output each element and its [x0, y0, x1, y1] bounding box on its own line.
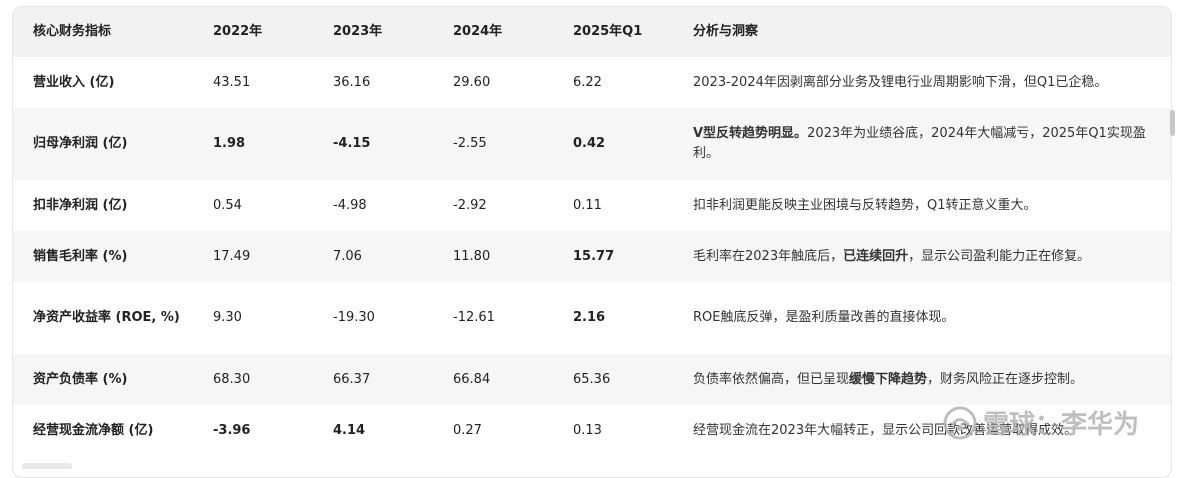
row-label: 归母净利润 (亿) — [13, 108, 193, 180]
cell-2025q1: 2.16 — [553, 282, 673, 354]
cell-2023: 4.14 — [313, 405, 433, 456]
row-label: 净资产收益率 (ROE, %) — [13, 282, 193, 354]
cell-2022: 68.30 — [193, 354, 313, 405]
table-row: 净资产收益率 (ROE, %) 9.30 -19.30 -12.61 2.16 … — [13, 282, 1171, 354]
cell-analysis: ROE触底反弹，是盈利质量改善的直接体现。 — [673, 282, 1171, 354]
header-2022: 2022年 — [193, 7, 313, 57]
cell-2025q1: 0.13 — [553, 405, 673, 456]
cell-2022: 9.30 — [193, 282, 313, 354]
cell-2022: -3.96 — [193, 405, 313, 456]
cell-2025q1: 0.42 — [553, 108, 673, 180]
analysis-highlight: V型反转趋势明显。 — [693, 126, 808, 141]
cell-2022: 1.98 — [193, 108, 313, 180]
analysis-text: ROE触底反弹，是盈利质量改善的直接体现。 — [693, 310, 955, 325]
financial-metrics-table: 核心财务指标 2022年 2023年 2024年 2025年Q1 分析与洞察 营… — [13, 7, 1171, 456]
cell-2023: 36.16 — [313, 57, 433, 108]
cell-2025q1: 6.22 — [553, 57, 673, 108]
analysis-highlight: 已连续回升 — [843, 248, 909, 264]
analysis-highlight: 缓慢下降趋势 — [849, 371, 928, 387]
cell-2025q1: 15.77 — [553, 231, 673, 282]
analysis-text: 2023-2024年因剥离部分业务及锂电行业周期影响下滑，但Q1已企稳。 — [693, 74, 1108, 90]
cell-2023: 7.06 — [313, 231, 433, 282]
row-label: 经营现金流净额 (亿) — [13, 405, 193, 456]
analysis-text: 扣非利润更能反映主业困境与反转趋势，Q1转正意义重大。 — [693, 197, 1037, 213]
header-2024: 2024年 — [433, 7, 553, 57]
analysis-text-pre: 负债率依然偏高，但已呈现 — [693, 371, 850, 387]
vertical-scrollbar[interactable] — [1169, 6, 1177, 466]
cell-2024: 29.60 — [433, 57, 553, 108]
analysis-text-pre: 毛利率在2023年触底后， — [693, 248, 844, 264]
cell-2022: 17.49 — [193, 231, 313, 282]
cell-2023: -4.98 — [313, 180, 433, 231]
cell-2024: -2.92 — [433, 180, 553, 231]
cell-2022: 43.51 — [193, 57, 313, 108]
table-row: 归母净利润 (亿) 1.98 -4.15 -2.55 0.42 V型反转趋势明显… — [13, 108, 1171, 180]
row-label: 扣非净利润 (亿) — [13, 180, 193, 231]
analysis-text: 经营现金流在2023年大幅转正，显示公司回款改善运营取得成效。 — [693, 422, 1078, 438]
table-row: 扣非净利润 (亿) 0.54 -4.98 -2.92 0.11 扣非利润更能反映… — [13, 180, 1171, 231]
header-metric: 核心财务指标 — [13, 7, 193, 57]
cell-2025q1: 65.36 — [553, 354, 673, 405]
header-2025q1: 2025年Q1 — [553, 7, 673, 57]
cell-analysis: 负债率依然偏高，但已呈现缓慢下降趋势，财务风险正在逐步控制。 — [673, 354, 1171, 405]
table-row: 营业收入 (亿) 43.51 36.16 29.60 6.22 2023-202… — [13, 57, 1171, 108]
row-label: 销售毛利率 (%) — [13, 231, 193, 282]
cell-2025q1: 0.11 — [553, 180, 673, 231]
cell-analysis: V型反转趋势明显。2023年为业绩谷底，2024年大幅减亏，2025年Q1实现盈… — [673, 108, 1171, 180]
table-row: 经营现金流净额 (亿) -3.96 4.14 0.27 0.13 经营现金流在2… — [13, 405, 1171, 456]
scrollbar-thumb[interactable] — [1170, 110, 1175, 136]
table-row: 资产负债率 (%) 68.30 66.37 66.84 65.36 负债率依然偏… — [13, 354, 1171, 405]
header-2023: 2023年 — [313, 7, 433, 57]
analysis-text: ，显示公司盈利能力正在修复。 — [908, 248, 1091, 264]
cell-2024: -2.55 — [433, 108, 553, 180]
cell-2023: -19.30 — [313, 282, 433, 354]
row-label: 营业收入 (亿) — [13, 57, 193, 108]
financial-table-card: 核心财务指标 2022年 2023年 2024年 2025年Q1 分析与洞察 营… — [12, 6, 1172, 478]
cell-2024: 0.27 — [433, 405, 553, 456]
cell-analysis: 扣非利润更能反映主业困境与反转趋势，Q1转正意义重大。 — [673, 180, 1171, 231]
horizontal-scroll-indicator[interactable] — [22, 463, 72, 469]
cell-analysis: 2023-2024年因剥离部分业务及锂电行业周期影响下滑，但Q1已企稳。 — [673, 57, 1171, 108]
cell-analysis: 毛利率在2023年触底后，已连续回升，显示公司盈利能力正在修复。 — [673, 231, 1171, 282]
cell-2024: 11.80 — [433, 231, 553, 282]
cell-2022: 0.54 — [193, 180, 313, 231]
row-label: 资产负债率 (%) — [13, 354, 193, 405]
table-header-row: 核心财务指标 2022年 2023年 2024年 2025年Q1 分析与洞察 — [13, 7, 1171, 57]
cell-2024: -12.61 — [433, 282, 553, 354]
cell-analysis: 经营现金流在2023年大幅转正，显示公司回款改善运营取得成效。 — [673, 405, 1171, 456]
cell-2023: 66.37 — [313, 354, 433, 405]
header-analysis: 分析与洞察 — [673, 7, 1171, 57]
cell-2023: -4.15 — [313, 108, 433, 180]
table-row: 销售毛利率 (%) 17.49 7.06 11.80 15.77 毛利率在202… — [13, 231, 1171, 282]
cell-2024: 66.84 — [433, 354, 553, 405]
analysis-text: ，财务风险正在逐步控制。 — [927, 371, 1084, 387]
